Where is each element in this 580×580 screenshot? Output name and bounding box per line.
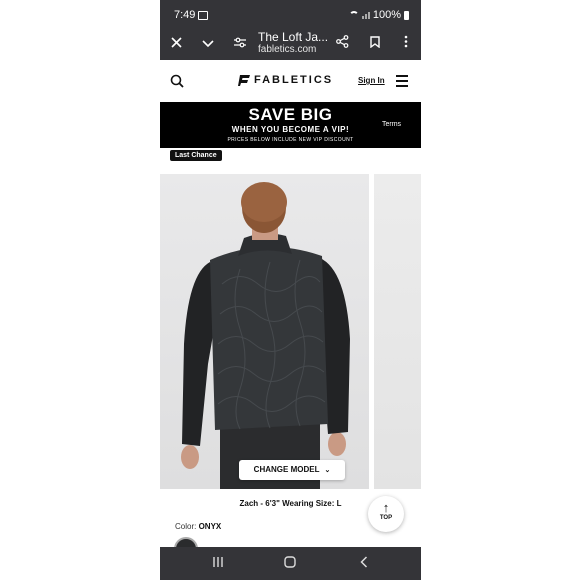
browser-toolbar: The Loft Ja... fabletics.com [160,28,421,60]
model-wearing-jacket-image [181,182,350,489]
status-time: 7:49 [174,9,196,21]
site-settings-icon[interactable] [230,34,250,54]
top-label: TOP [379,515,393,521]
search-icon[interactable] [170,74,184,88]
banner-fineprint: PRICES BELOW INCLUDE NEW VIP DISCOUNT [227,137,354,143]
share-icon[interactable] [332,34,352,54]
home-icon[interactable] [284,555,296,571]
status-bar: 7:49 100% [160,0,421,28]
sign-in-link[interactable]: Sign In [358,76,385,85]
fabletics-logo-icon [238,74,250,86]
more-options-icon[interactable] [396,34,416,54]
brand-name: FABLETICS [254,74,334,86]
product-gallery[interactable]: CHANGE MODEL ⌄ [160,174,421,489]
hamburger-menu-icon[interactable] [396,75,408,87]
color-value: ONYX [198,522,222,531]
next-product-photo[interactable] [374,174,421,489]
color-selection: Color: ONYX [175,522,221,531]
system-navigation-bar [160,547,421,580]
page-domain[interactable]: fabletics.com [258,44,316,55]
terms-link[interactable]: Terms [382,121,401,128]
chevron-down-icon[interactable] [198,34,218,54]
gallery-notification-icon [198,11,208,20]
color-label: Color: [175,522,197,531]
close-icon[interactable] [166,34,186,54]
page-title[interactable]: The Loft Ja... [258,30,328,44]
bookmark-icon[interactable] [365,34,385,54]
battery-icon [404,10,409,20]
brand-logo[interactable]: FABLETICS [238,74,333,86]
back-icon[interactable] [360,555,368,571]
change-model-label: CHANGE MODEL [253,465,320,474]
chevron-down-icon: ⌄ [324,467,331,474]
wifi-icon [348,11,359,19]
battery-percent: 100% [372,9,401,21]
site-header: FABLETICS Sign In [160,60,421,103]
signal-icon [361,11,370,19]
change-model-button[interactable]: CHANGE MODEL ⌄ [239,460,345,480]
recent-apps-icon[interactable] [212,555,224,571]
phone-screen: 7:49 100% The Loft Ja... fabletics.com F… [160,0,421,580]
vip-promo-banner[interactable]: SAVE BIG WHEN YOU BECOME A VIP! PRICES B… [160,102,421,148]
back-to-top-button[interactable]: ↑ TOP [368,496,404,532]
last-chance-badge: Last Chance [170,150,222,161]
arrow-up-icon: ↑ [382,500,390,515]
product-photo[interactable]: CHANGE MODEL ⌄ [160,174,369,489]
